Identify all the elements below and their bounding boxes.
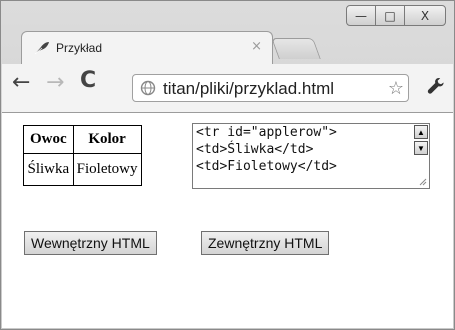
resize-grip-icon[interactable] (419, 178, 427, 186)
table-header-row: Owoc Kolor (23, 125, 142, 154)
minimize-button[interactable]: — (346, 5, 376, 26)
tab-close-icon[interactable]: × (251, 39, 262, 54)
header-cell: Owoc (23, 125, 74, 154)
address-bar[interactable]: titan/pliki/przyklad.html ☆ (132, 74, 409, 102)
fruit-table: Owoc Kolor Śliwka Fioletowy (23, 125, 142, 186)
scroll-up-icon[interactable]: ▲ (414, 125, 428, 139)
html-textarea[interactable]: <tr id="applerow"> <td>Śliwka</td> <td>F… (192, 123, 430, 189)
page-content: Owoc Kolor Śliwka Fioletowy <tr id="appl… (2, 113, 453, 328)
tab-title: Przykład (56, 41, 103, 55)
toolbar: ← → C titan/pliki/przyklad.html ☆ (2, 64, 453, 113)
reload-icon[interactable]: C (80, 70, 96, 92)
code-line: <td>Śliwka</td> (196, 142, 314, 157)
browser-window: — □ X Przykład × ← → C titan/pliki/przyk… (0, 0, 455, 330)
globe-icon (140, 80, 156, 96)
bookmark-star-icon[interactable]: ☆ (388, 78, 404, 99)
wrench-icon[interactable] (426, 76, 446, 96)
scroll-down-icon[interactable]: ▼ (414, 141, 428, 155)
inner-html-button[interactable]: Wewnętrzny HTML (24, 231, 157, 255)
outer-html-button[interactable]: Zewnętrzny HTML (201, 231, 330, 255)
table-cell: Śliwka (23, 153, 74, 186)
maximize-button[interactable]: □ (375, 5, 405, 26)
new-tab-button[interactable] (271, 38, 321, 59)
feather-icon (34, 42, 49, 55)
code-line: <td>Fioletowy</td> (196, 159, 337, 174)
url-text: titan/pliki/przyklad.html (163, 79, 335, 98)
forward-arrow-icon[interactable]: → (46, 72, 64, 94)
close-window-button[interactable]: X (404, 5, 446, 26)
window-controls: — □ X (346, 5, 446, 26)
table-cell: Fioletowy (72, 153, 142, 186)
table-row: Śliwka Fioletowy (23, 153, 142, 186)
tab-przyklad[interactable]: Przykład × (21, 31, 273, 65)
back-arrow-icon[interactable]: ← (12, 72, 30, 94)
code-line: <tr id="applerow"> (196, 125, 337, 140)
header-cell: Kolor (72, 125, 142, 154)
